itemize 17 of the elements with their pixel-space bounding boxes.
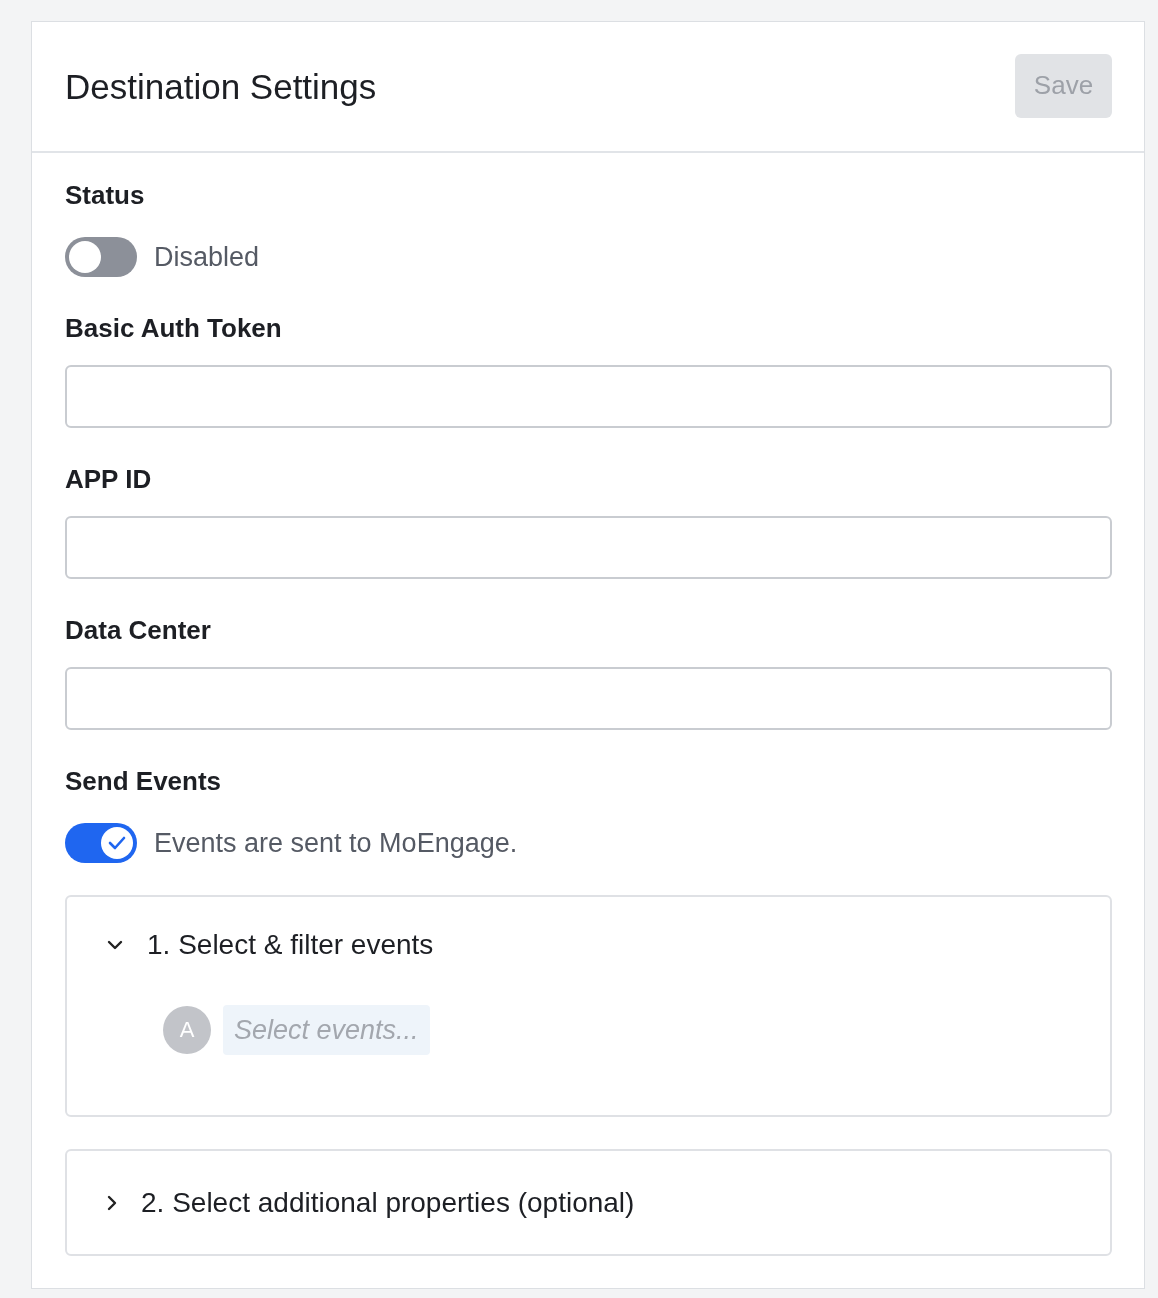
toggle-label: Events are sent to MoEngage. <box>154 827 518 859</box>
field-label: Data Center <box>65 615 212 645</box>
text-input-field[interactable] <box>65 667 1112 730</box>
text-input-field[interactable] <box>65 516 1112 579</box>
toggle-label: Disabled <box>154 241 260 273</box>
field-label: Basic Auth Token <box>65 313 283 343</box>
field-label: Send Events <box>65 766 223 796</box>
page-title: Destination Settings <box>65 66 377 107</box>
text-input-field[interactable] <box>65 365 1112 428</box>
section-title[interactable]: 1. Select & filter events <box>147 929 434 961</box>
section-title[interactable]: 2. Select additional properties (optional) <box>141 1186 635 1219</box>
toggle-switch[interactable] <box>65 823 137 863</box>
field-label: APP ID <box>65 464 153 494</box>
avatar-circle: A <box>163 1006 211 1054</box>
check-icon <box>108 836 126 850</box>
toggle-switch[interactable] <box>65 237 137 277</box>
field-label: Status <box>65 180 146 210</box>
